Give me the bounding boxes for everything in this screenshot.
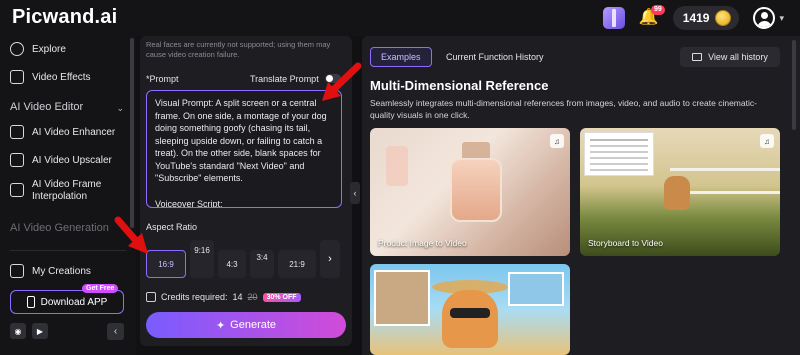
credits-count: 1419: [682, 11, 710, 25]
music-icon: ♫: [550, 134, 564, 148]
sparkle-icon: ✦: [215, 319, 226, 332]
compass-icon: [10, 42, 24, 56]
example-card-multi[interactable]: [370, 264, 570, 355]
tab-current-history[interactable]: Current Function History: [436, 47, 554, 67]
prompt-text: Visual Prompt: A split screen or a centr…: [155, 98, 327, 183]
avatar[interactable]: [753, 7, 776, 29]
chevron-down-icon[interactable]: ▾: [779, 13, 784, 24]
cat-image: [442, 290, 498, 348]
enhance-icon: [10, 125, 24, 139]
youtube-icon[interactable]: ▶: [32, 323, 48, 339]
ratio-4-3[interactable]: 4:3: [218, 250, 246, 278]
chevron-right-icon[interactable]: ›: [320, 240, 340, 278]
sidebar-item-label: AI Video Frame Interpolation: [32, 179, 102, 202]
sidebar: Explore Video Effects AI Video Editor ⌄ …: [0, 36, 136, 355]
bell-icon[interactable]: 🔔 99: [639, 5, 665, 29]
product-image: [386, 146, 408, 186]
translate-prompt-label: Translate Prompt: [250, 74, 319, 84]
credits-required: Credits required: 14 20 30% OFF: [146, 292, 301, 302]
product-image: [450, 158, 502, 222]
prompt-textarea[interactable]: Visual Prompt: A split screen or a centr…: [146, 90, 342, 208]
section-ai-video-generation[interactable]: AI Video Generation: [10, 222, 109, 234]
top-bar: Picwand.ai 🔔 99 1419 ▾: [0, 0, 800, 36]
tab-examples[interactable]: Examples: [370, 47, 432, 67]
discount-badge: 30% OFF: [262, 292, 301, 302]
example-card-storyboard[interactable]: ♫ Storyboard to Video: [580, 128, 780, 256]
prompt-text: Voiceover Script:: [155, 198, 223, 208]
gift-icon[interactable]: [602, 7, 625, 29]
prompt-label: *Prompt: [146, 74, 179, 84]
collapse-panel-button[interactable]: ‹: [350, 182, 360, 204]
folder-icon: [692, 53, 703, 61]
sparkle-icon: [10, 70, 24, 84]
sidebar-item-explore[interactable]: Explore: [10, 42, 66, 56]
credits-now: 14: [232, 292, 243, 302]
collage-image: [508, 272, 564, 306]
view-all-history-button[interactable]: View all history: [680, 47, 780, 67]
generation-panel: Real faces are currently not supported; …: [140, 36, 352, 346]
sidebar-item-label: AI Video Upscaler: [32, 154, 112, 166]
sidebar-item-label: Video Effects: [32, 71, 91, 83]
ratio-3-4[interactable]: 3:4: [250, 250, 274, 278]
sidebar-item-enhancer[interactable]: AI Video Enhancer: [10, 125, 115, 139]
sidebar-item-label: My Creations: [32, 265, 91, 277]
music-icon: ♫: [760, 134, 774, 148]
folder-icon: [10, 264, 24, 278]
credits-old: 20: [247, 292, 258, 302]
translate-toggle[interactable]: [325, 74, 341, 83]
cat-image: [450, 308, 490, 318]
sidebar-item-label: Explore: [32, 43, 66, 55]
get-free-badge: Get Free: [82, 284, 119, 293]
upscale-icon: [10, 153, 24, 167]
collage-image: [374, 270, 430, 326]
section-description: Seamlessly integrates multi-dimensional …: [370, 98, 757, 120]
coin-icon: [715, 10, 732, 26]
example-card-product[interactable]: ♫ Product Image to Video: [370, 128, 570, 256]
sidebar-item-my-creations[interactable]: My Creations: [10, 264, 91, 278]
logo-suffix: .ai: [94, 6, 118, 28]
storyboard-thumbnail: [584, 132, 654, 176]
generate-button[interactable]: ✦ Generate: [146, 312, 346, 338]
storyboard-image: [664, 176, 690, 210]
section-title: Multi-Dimensional Reference: [370, 78, 549, 93]
card-label: Product Image to Video: [378, 238, 467, 248]
frames-icon: [10, 183, 24, 197]
discord-icon[interactable]: ◉: [10, 323, 26, 339]
chevron-down-icon[interactable]: ⌄: [116, 103, 124, 114]
notification-badge: 99: [650, 5, 665, 15]
credits-balance[interactable]: 1419: [672, 6, 740, 30]
ratio-16-9[interactable]: 16:9: [146, 250, 186, 278]
face-notice: Real faces are currently not supported; …: [146, 40, 331, 59]
phone-icon: [26, 296, 35, 308]
download-app-button[interactable]: Download APP: [10, 290, 124, 314]
divider: [10, 250, 126, 251]
section-ai-video-editor[interactable]: AI Video Editor: [10, 101, 83, 113]
logo-text: Picwand: [12, 6, 95, 28]
examples-area: Examples Current Function History View a…: [362, 36, 800, 355]
sidebar-item-frame-interpolation[interactable]: AI Video Frame Interpolation: [10, 179, 112, 203]
sidebar-scrollbar-thumb[interactable]: [130, 38, 134, 228]
content-scrollbar[interactable]: [792, 40, 796, 130]
aspect-ratio-label: Aspect Ratio: [146, 222, 198, 232]
sidebar-item-upscaler[interactable]: AI Video Upscaler: [10, 153, 112, 167]
sidebar-item-video-effects[interactable]: Video Effects: [10, 70, 91, 84]
collapse-sidebar-button[interactable]: ‹: [107, 323, 124, 340]
card-label: Storyboard to Video: [588, 238, 663, 248]
logo[interactable]: Picwand.ai: [12, 6, 117, 29]
credits-icon: [146, 292, 156, 302]
sidebar-item-label: AI Video Enhancer: [32, 126, 116, 138]
ratio-21-9[interactable]: 21:9: [278, 250, 316, 278]
ratio-9-16[interactable]: 9:16: [190, 240, 214, 278]
